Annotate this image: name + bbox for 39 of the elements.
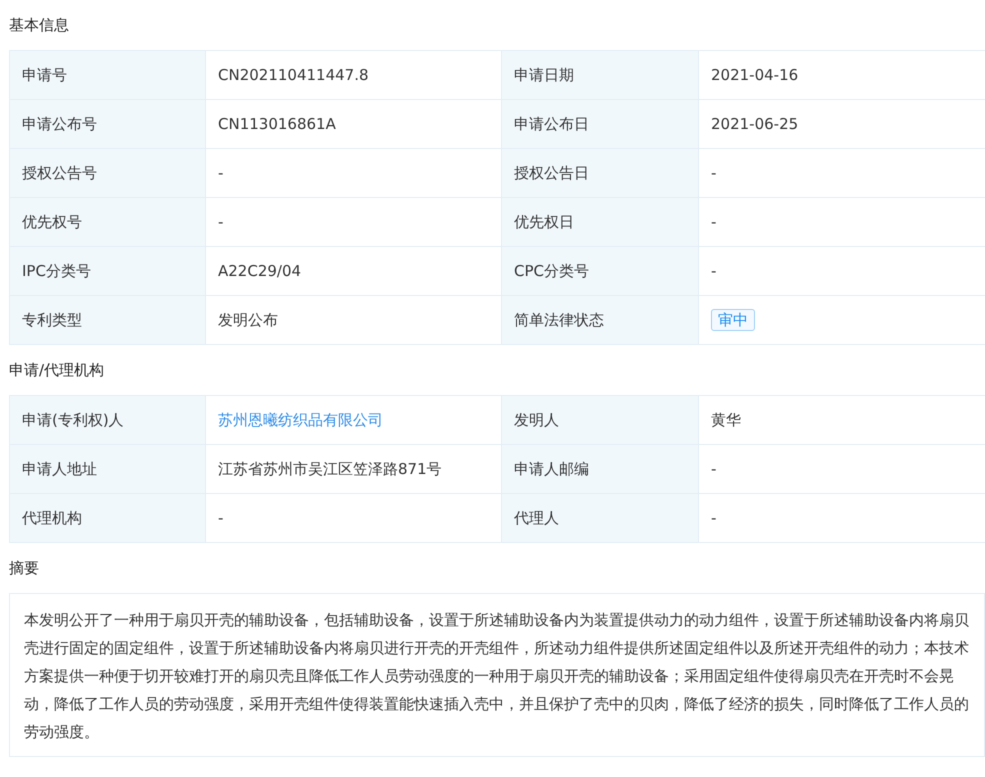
field-value: -	[711, 460, 716, 478]
section-title: 基本信息	[9, 15, 70, 36]
field-label: 申请公布日	[502, 100, 698, 148]
section-title: 申请/代理机构	[9, 360, 106, 381]
field-value: 黄华	[711, 410, 741, 428]
field-value: -	[711, 509, 716, 527]
field-value: A22C29/04	[218, 262, 302, 280]
field-value: CN202110411447.8	[218, 66, 369, 84]
field-value: -	[711, 213, 716, 231]
field-label: 发明人	[502, 396, 698, 444]
field-label: 代理机构	[10, 494, 206, 542]
field-value: CN113016861A	[218, 115, 336, 133]
field-label: 申请公布号	[10, 100, 206, 148]
field-label: 申请(专利权)人	[10, 396, 206, 444]
field-label: 优先权日	[502, 198, 698, 246]
abstract-text: 本发明公开了一种用于扇贝开壳的辅助设备，包括辅助设备，设置于所述辅助设备内为装置提供动力的动力组件，设置于所述辅助设备内将扇贝壳进行固定的固定组件，设置于所述辅助设备内将扇贝进行开壳的开壳组件，所述动力组件提供所述固定组件以及所述开壳组件的动力；本技术方案提供一种便于切开较难打开的扇贝壳且降低工作人员劳动强度的一种用于扇贝开壳的辅助设备；采用固定组件使得扇贝壳在开壳时不会晃动，降低了工作人员的劳动强度，采用开壳组件使得装置能快速插入壳中，并且保护了壳中的贝肉，降低了经济的损失，同时降低了工作人员的劳动强度。	[9, 593, 985, 757]
field-label: 申请号	[10, 50, 206, 100]
field-value: 江苏省苏州市吴江区笠泽路871号	[218, 460, 442, 478]
field-value: -	[218, 164, 224, 182]
field-value: 发明公布	[218, 310, 278, 328]
field-value: -	[711, 164, 716, 182]
field-label: 简单法律状态	[502, 296, 698, 344]
field-value: -	[218, 509, 224, 527]
section-title: 摘要	[9, 558, 40, 579]
field-label: 专利类型	[10, 296, 206, 344]
field-label: 申请人邮编	[502, 444, 698, 494]
field-label: 授权公告号	[10, 148, 206, 198]
field-label: IPC分类号	[10, 246, 206, 296]
field-value: -	[218, 213, 224, 231]
field-value: -	[711, 262, 716, 280]
field-label: 申请日期	[502, 50, 698, 100]
field-label: 申请人地址	[10, 444, 206, 494]
field-label: 代理人	[502, 494, 698, 542]
field-value: 2021-06-25	[711, 115, 798, 133]
status-tag: 审中	[711, 309, 755, 331]
field-label: CPC分类号	[502, 246, 698, 296]
field-label: 优先权号	[10, 198, 206, 246]
field-value: 2021-04-16	[711, 66, 798, 84]
field-label: 授权公告日	[502, 148, 698, 198]
